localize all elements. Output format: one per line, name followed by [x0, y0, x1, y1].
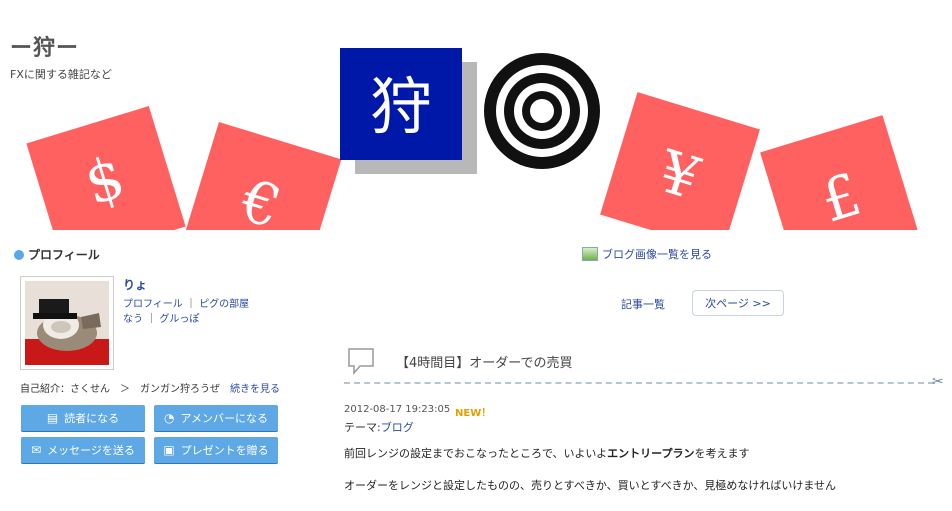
theme-label: テーマ:	[344, 421, 381, 434]
kanji-text: 狩	[370, 70, 432, 143]
book-icon: ▤	[46, 411, 59, 425]
next-page-button[interactable]: 次ページ >>	[692, 290, 784, 316]
gift-icon: ▣	[163, 443, 175, 457]
link-separator: ｜	[186, 299, 196, 310]
target-icon	[484, 53, 600, 169]
speech-bubble-icon	[348, 348, 374, 376]
yen-card: ¥	[600, 92, 760, 230]
become-amember-button[interactable]: ◔ アメンバーになる	[154, 405, 278, 431]
avatar[interactable]	[20, 276, 114, 370]
gurupo-link[interactable]: グルっぽ	[159, 314, 199, 325]
p1-text-after: を考えます	[694, 447, 750, 460]
post-datetime: 2012-08-17 19:23:05	[344, 404, 451, 415]
read-more-link[interactable]: 続きを見る	[230, 380, 280, 395]
p1-bold-text: エントリープラン	[607, 447, 695, 460]
profile-links: プロフィール ｜ ピグの部屋 なう ｜ グルっぽ	[123, 297, 249, 327]
header-banner: $ € 狩 ¥ £	[26, 48, 920, 230]
image-list-link[interactable]: ブログ画像一覧を見る	[582, 246, 712, 262]
pound-card: £	[760, 115, 920, 230]
pig-room-link[interactable]: ピグの部屋	[199, 299, 249, 310]
post-theme: テーマ:ブログ	[344, 419, 414, 435]
bullet-dot-icon	[14, 249, 24, 260]
send-present-label: プレゼントを贈る	[180, 444, 269, 457]
new-badge: NEW！	[455, 408, 492, 419]
send-message-label: メッセージを送る	[47, 444, 135, 457]
euro-card: €	[181, 121, 342, 230]
scissors-icon: ✂	[932, 374, 944, 390]
become-amember-label: アメンバーになる	[180, 412, 268, 425]
post-paragraph-1: 前回レンジの設定までおこなったところで、いよいよエントリープランを考えます	[344, 445, 749, 461]
profile-section-title: プロフィール	[14, 246, 100, 263]
image-list-label: ブログ画像一覧を見る	[602, 248, 712, 261]
become-reader-button[interactable]: ▤ 読者になる	[21, 405, 145, 431]
title-divider	[344, 382, 934, 384]
envelope-icon: ✉	[31, 443, 42, 457]
post-title[interactable]: 【4時間目】オーダーでの売買	[396, 352, 573, 371]
send-present-button[interactable]: ▣ プレゼントを贈る	[154, 437, 278, 463]
become-reader-label: 読者になる	[64, 412, 120, 425]
cat-avatar-image	[25, 281, 109, 365]
image-icon	[582, 247, 598, 261]
profile-link[interactable]: プロフィール	[123, 299, 183, 310]
chat-bubble-icon: ◔	[164, 411, 175, 425]
dollar-card: $	[26, 106, 186, 230]
user-name[interactable]: りょ	[123, 276, 147, 293]
entry-list-link[interactable]: 記事一覧	[621, 296, 665, 312]
post-paragraph-2: オーダーをレンジと設定したものの、売りとすべきか、買いとすべきか、見極めなければ…	[344, 479, 837, 492]
p1-text-before: 前回レンジの設定までおこなったところで、いよいよ	[344, 447, 608, 460]
link-separator: ｜	[146, 314, 157, 325]
profile-title-label: プロフィール	[28, 248, 100, 262]
self-intro: 自己紹介：さくせん ＞ ガンガン狩ろうぜ	[20, 384, 220, 395]
now-link[interactable]: なう	[123, 314, 143, 325]
send-message-button[interactable]: ✉ メッセージを送る	[21, 437, 145, 463]
theme-link[interactable]: ブログ	[381, 421, 414, 434]
